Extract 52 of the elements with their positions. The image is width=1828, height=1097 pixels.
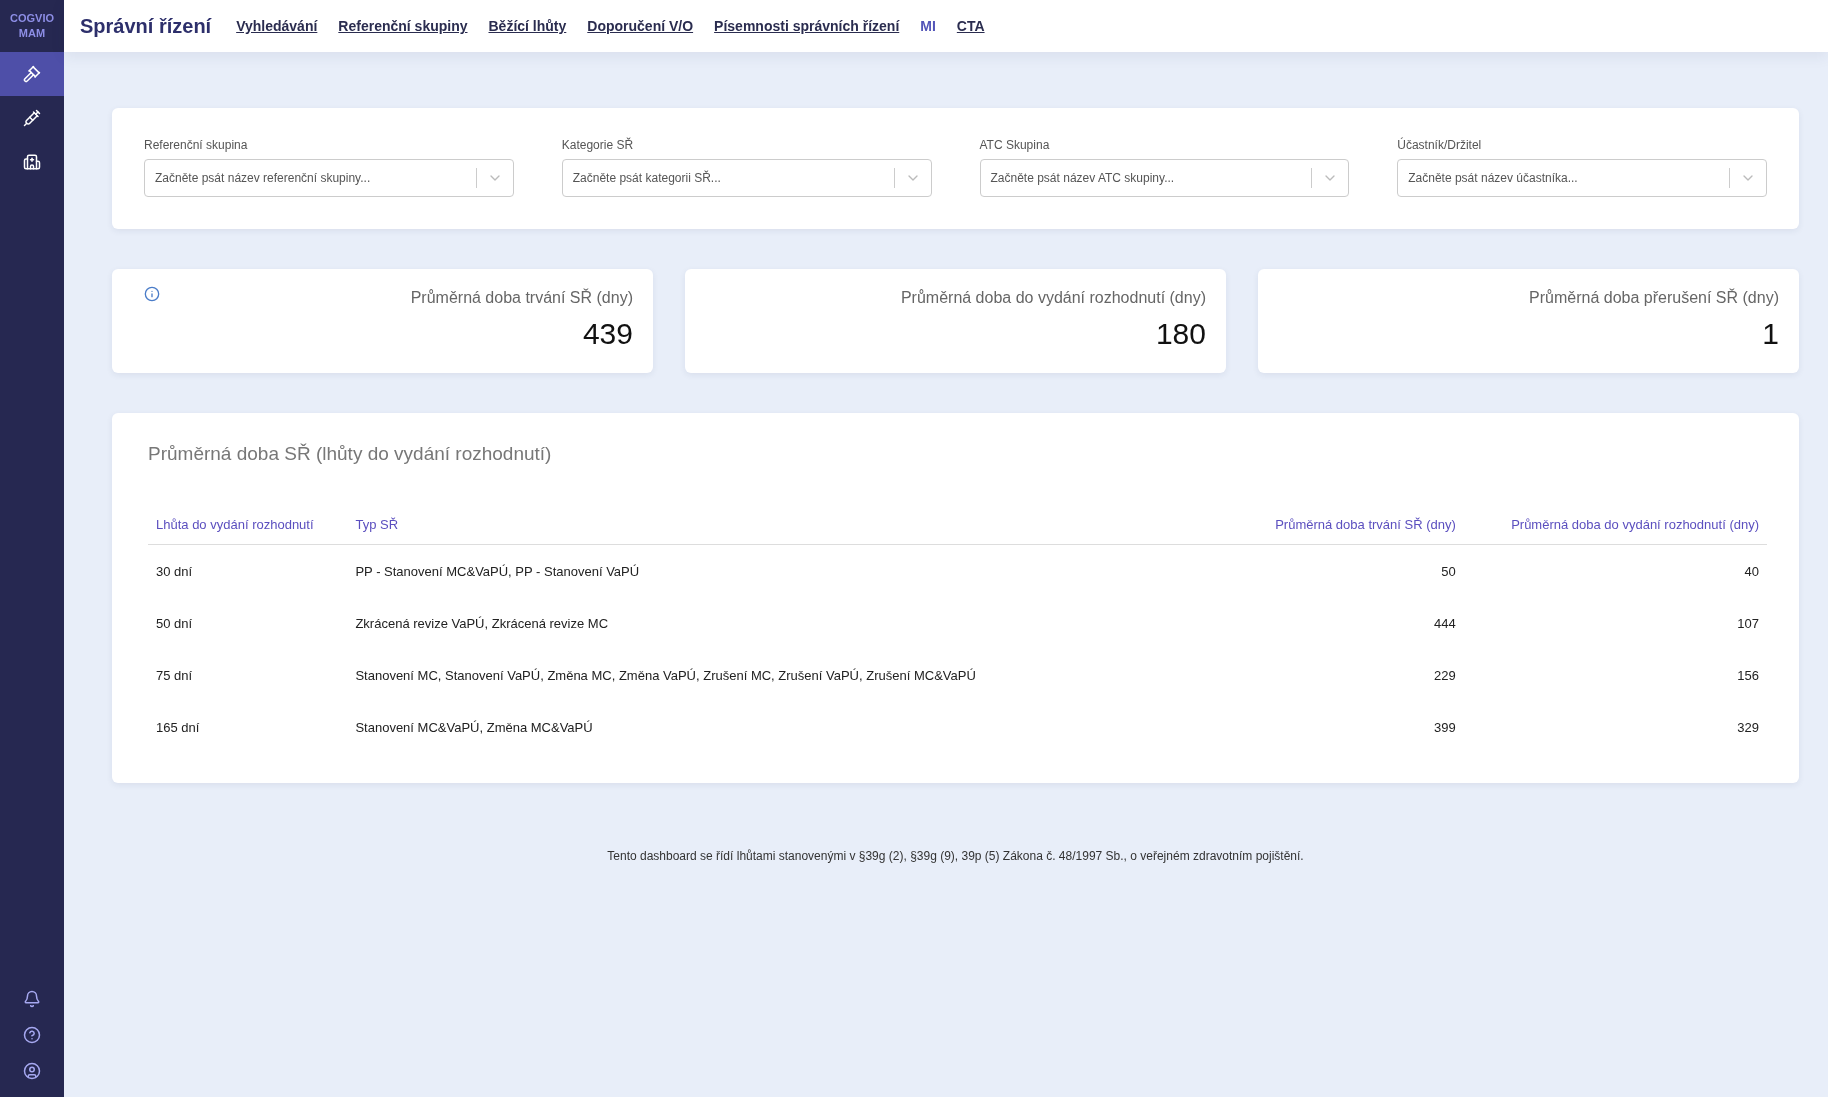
nav-link[interactable]: Referenční skupiny — [338, 18, 468, 34]
table-cell: 40 — [1463, 544, 1767, 597]
select-field[interactable]: Začněte psát název účastníka... — [1397, 159, 1767, 197]
table-cell: PP - Stanovení MC&VaPÚ, PP - Stanovení VaPÚ — [347, 544, 1238, 597]
table-cell-text: Stanovení MC&VaPÚ, Změna MC&VaPÚ — [354, 718, 594, 737]
table-cell-text: 444 — [1433, 614, 1457, 633]
table-cell-text: 329 — [1736, 718, 1760, 737]
kpi-label: Průměrná doba do vydání rozhodnutí (dny) — [900, 289, 1206, 307]
column-header[interactable]: Průměrná doba trvání SŘ (dny) — [1237, 505, 1464, 545]
table-cell-text: 156 — [1736, 666, 1760, 685]
table-title: Průměrná doba SŘ (lhůty do vydání rozhodnutí) — [148, 443, 553, 465]
table-cell-text: Zkrácená revize VaPÚ, Zkrácená revize MC — [354, 614, 610, 633]
table-cell: 50 — [1237, 544, 1464, 597]
nav-link[interactable]: Písemnosti správních řízení — [714, 18, 900, 34]
table-cell-text: 75 dní — [155, 666, 194, 685]
table-cell-text: 50 dní — [155, 614, 194, 633]
table-cell-text: 107 — [1736, 614, 1760, 633]
syringe-icon — [23, 109, 41, 127]
table-cell-text: Stanovení MC, Stanovení VaPÚ, Změna MC, Změna VaPÚ, Zrušení MC, Zrušení VaPÚ, Zrušení MC&VaPÚ — [354, 666, 977, 685]
column-header[interactable]: Průměrná doba do vydání rozhodnutí (dny) — [1463, 505, 1767, 545]
filter-label: Účastník/Držitel — [1397, 138, 1483, 152]
gavel-icon — [23, 65, 41, 83]
help-icon — [23, 1026, 41, 1044]
table-cell-text: 229 — [1433, 666, 1457, 685]
nav-link[interactable]: CTA — [956, 18, 985, 34]
nav-link[interactable]: Doporučení V/O — [587, 18, 694, 34]
select-field[interactable]: Začněte psát název ATC skupiny... — [979, 159, 1350, 197]
footer-note: Tento dashboard se řídí lhůtami stanovenými v §39g (2), §39g (9), 39p (5) Zákona č. 48/1997 Sb., o veřejném zdravotním pojištění. — [606, 849, 1305, 863]
column-header[interactable]: Lhůta do vydání rozhodnutí — [148, 505, 348, 545]
table-cell: 30 dní — [148, 544, 348, 597]
filter-label: Referenční skupina — [144, 138, 249, 152]
column-header[interactable]: Typ SŘ — [347, 505, 1238, 545]
select-field[interactable]: Začněte psát kategorii SŘ... — [561, 159, 932, 197]
building-icon — [23, 153, 41, 171]
kpi-value: 180 — [1155, 317, 1206, 351]
nav-link[interactable]: Vyhledávání — [236, 18, 318, 34]
nav-link[interactable]: MI — [920, 18, 936, 34]
select-field[interactable]: Začněte psát název referenční skupiny... — [144, 159, 514, 197]
table-cell-text: 165 dní — [155, 718, 201, 737]
filter-label: Kategorie SŘ — [561, 138, 635, 152]
notification-icon — [23, 990, 41, 1008]
filter-label: ATC Skupina — [979, 138, 1051, 152]
user-icon — [23, 1062, 41, 1080]
logo: COGVIO MAM — [9, 11, 55, 41]
table-cell-text: 399 — [1433, 718, 1457, 737]
page-title: Správní řízení — [80, 14, 212, 38]
kpi-label: Průměrná doba přerušení SŘ (dny) — [1529, 289, 1779, 307]
nav-link[interactable]: Běžící lhůty — [488, 18, 567, 34]
info-icon[interactable] — [144, 286, 160, 302]
kpi-value: 439 — [582, 317, 633, 351]
kpi-label: Průměrná doba trvání SŘ (dny) — [410, 289, 633, 307]
kpi-value: 1 — [1762, 317, 1779, 351]
